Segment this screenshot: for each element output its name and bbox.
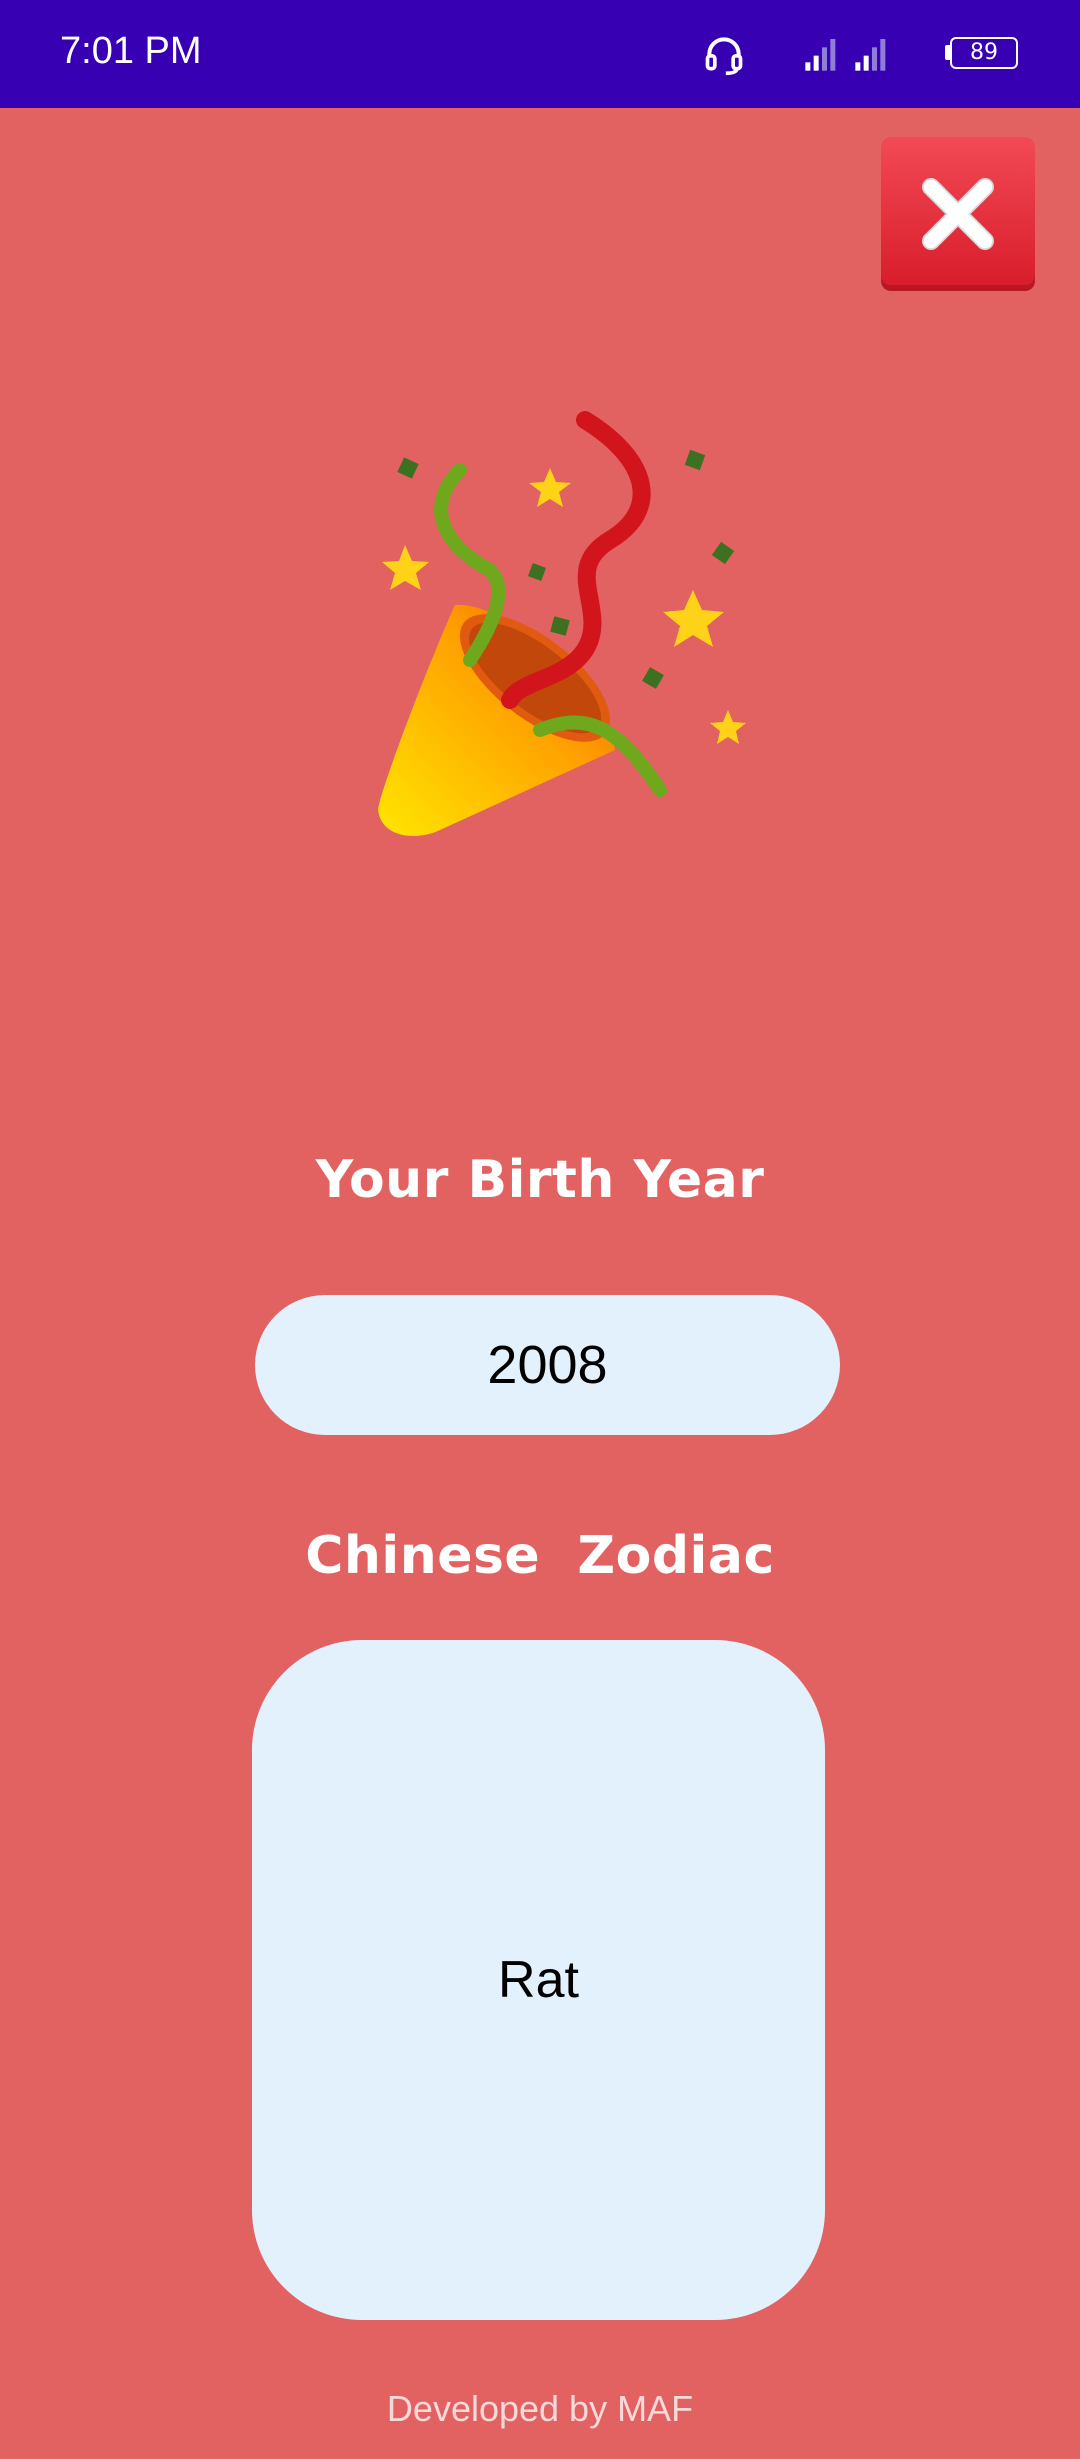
battery-icon: 89: [950, 37, 1018, 69]
zodiac-result: Rat: [252, 1640, 825, 2320]
birth-year-field[interactable]: 2008: [255, 1295, 840, 1435]
footer-credit: Developed by MAF: [386, 2388, 694, 2429]
signal-icon: [855, 39, 886, 71]
close-icon: [922, 178, 994, 250]
status-time: 7:01 PM: [60, 30, 202, 72]
party-popper-icon: [378, 411, 746, 836]
headset-icon: [705, 37, 743, 76]
signal-icon: [805, 39, 836, 71]
status-icons: 89: [618, 26, 1018, 82]
birth-year-label: Your Birth Year: [315, 1150, 765, 1210]
status-bar: 7:01 PM 89: [0, 0, 1080, 108]
close-button[interactable]: [881, 137, 1035, 291]
zodiac-label: Chinese Zodiac: [305, 1526, 775, 1586]
